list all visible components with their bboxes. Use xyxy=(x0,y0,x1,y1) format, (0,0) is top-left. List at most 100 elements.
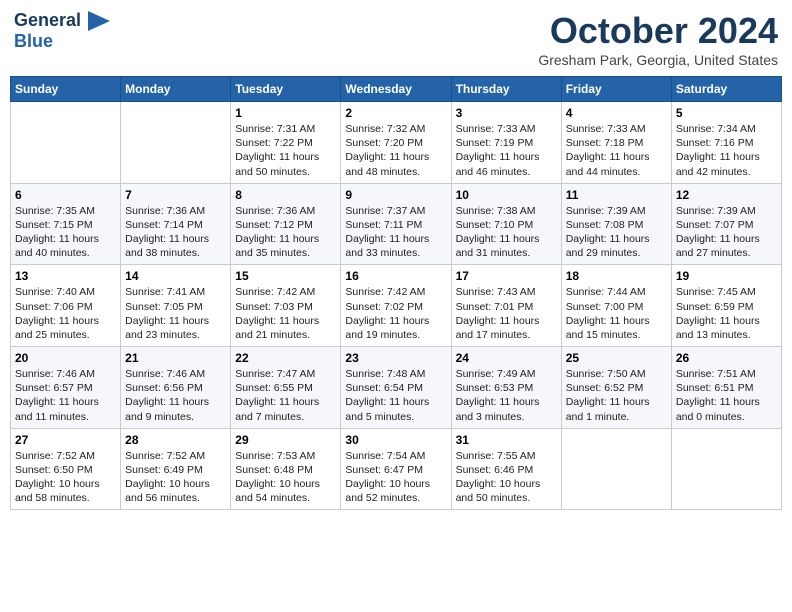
cell-info: Sunrise: 7:42 AM Sunset: 7:02 PM Dayligh… xyxy=(345,285,446,342)
calendar-cell: 19 Sunrise: 7:45 AM Sunset: 6:59 PM Dayli… xyxy=(671,265,781,347)
cell-info: Sunrise: 7:33 AM Sunset: 7:19 PM Dayligh… xyxy=(456,122,557,179)
cell-info: Sunrise: 7:34 AM Sunset: 7:16 PM Dayligh… xyxy=(676,122,777,179)
calendar-cell: 31 Sunrise: 7:55 AM Sunset: 6:46 PM Dayli… xyxy=(451,428,561,510)
day-number: 18 xyxy=(566,269,667,283)
day-number: 30 xyxy=(345,433,446,447)
day-number: 8 xyxy=(235,188,336,202)
calendar-cell: 6 Sunrise: 7:35 AM Sunset: 7:15 PM Daylig… xyxy=(11,183,121,265)
day-number: 22 xyxy=(235,351,336,365)
cell-info: Sunrise: 7:36 AM Sunset: 7:12 PM Dayligh… xyxy=(235,204,336,261)
calendar-cell: 2 Sunrise: 7:32 AM Sunset: 7:20 PM Daylig… xyxy=(341,102,451,184)
cell-info: Sunrise: 7:39 AM Sunset: 7:07 PM Dayligh… xyxy=(676,204,777,261)
calendar-cell: 29Sunrise: 7:53 AM Sunset: 6:48 PM Dayli… xyxy=(231,428,341,510)
day-number: 13 xyxy=(15,269,116,283)
day-number: 14 xyxy=(125,269,226,283)
day-of-week-saturday: Saturday xyxy=(671,77,781,102)
calendar-cell: 18Sunrise: 7:44 AM Sunset: 7:00 PM Dayli… xyxy=(561,265,671,347)
cell-info: Sunrise: 7:31 AM Sunset: 7:22 PM Dayligh… xyxy=(235,122,336,179)
day-number: 24 xyxy=(456,351,557,365)
cell-info: Sunrise: 7:52 AM Sunset: 6:50 PM Dayligh… xyxy=(15,449,116,506)
cell-info: Sunrise: 7:54 AM Sunset: 6:47 PM Dayligh… xyxy=(345,449,446,506)
day-of-week-thursday: Thursday xyxy=(451,77,561,102)
day-number: 5 xyxy=(676,106,777,120)
cell-info: Sunrise: 7:46 AM Sunset: 6:57 PM Dayligh… xyxy=(15,367,116,424)
cell-info: Sunrise: 7:46 AM Sunset: 6:56 PM Dayligh… xyxy=(125,367,226,424)
day-number: 23 xyxy=(345,351,446,365)
calendar-week-row: 27Sunrise: 7:52 AM Sunset: 6:50 PM Dayli… xyxy=(11,428,782,510)
day-number: 6 xyxy=(15,188,116,202)
calendar-cell: 21Sunrise: 7:46 AM Sunset: 6:56 PM Dayli… xyxy=(121,347,231,429)
day-number: 17 xyxy=(456,269,557,283)
day-number: 12 xyxy=(676,188,777,202)
logo-arrow-icon xyxy=(88,11,110,31)
day-number: 10 xyxy=(456,188,557,202)
calendar-week-row: 1 Sunrise: 7:31 AM Sunset: 7:22 PM Daylig… xyxy=(11,102,782,184)
calendar-cell: 9Sunrise: 7:37 AM Sunset: 7:11 PM Daylig… xyxy=(341,183,451,265)
cell-info: Sunrise: 7:32 AM Sunset: 7:20 PM Dayligh… xyxy=(345,122,446,179)
calendar-header-row: SundayMondayTuesdayWednesdayThursdayFrid… xyxy=(11,77,782,102)
day-of-week-wednesday: Wednesday xyxy=(341,77,451,102)
calendar-cell: 30 Sunrise: 7:54 AM Sunset: 6:47 PM Dayli… xyxy=(341,428,451,510)
calendar-cell: 20 Sunrise: 7:46 AM Sunset: 6:57 PM Dayli… xyxy=(11,347,121,429)
calendar-cell: 17Sunrise: 7:43 AM Sunset: 7:01 PM Dayli… xyxy=(451,265,561,347)
logo: General Blue xyxy=(14,10,110,52)
calendar-week-row: 13 Sunrise: 7:40 AM Sunset: 7:06 PM Dayli… xyxy=(11,265,782,347)
day-number: 29 xyxy=(235,433,336,447)
day-number: 4 xyxy=(566,106,667,120)
cell-info: Sunrise: 7:51 AM Sunset: 6:51 PM Dayligh… xyxy=(676,367,777,424)
location-text: Gresham Park, Georgia, United States xyxy=(538,52,778,68)
calendar-cell: 24 Sunrise: 7:49 AM Sunset: 6:53 PM Dayli… xyxy=(451,347,561,429)
day-number: 16 xyxy=(345,269,446,283)
day-number: 11 xyxy=(566,188,667,202)
calendar-cell: 11 Sunrise: 7:39 AM Sunset: 7:08 PM Dayli… xyxy=(561,183,671,265)
cell-info: Sunrise: 7:39 AM Sunset: 7:08 PM Dayligh… xyxy=(566,204,667,261)
day-of-week-sunday: Sunday xyxy=(11,77,121,102)
day-of-week-tuesday: Tuesday xyxy=(231,77,341,102)
title-area: October 2024 Gresham Park, Georgia, Unit… xyxy=(538,10,778,68)
calendar-cell: 3Sunrise: 7:33 AM Sunset: 7:19 PM Daylig… xyxy=(451,102,561,184)
cell-info: Sunrise: 7:52 AM Sunset: 6:49 PM Dayligh… xyxy=(125,449,226,506)
cell-info: Sunrise: 7:49 AM Sunset: 6:53 PM Dayligh… xyxy=(456,367,557,424)
calendar-cell xyxy=(121,102,231,184)
day-number: 9 xyxy=(345,188,446,202)
calendar-cell xyxy=(671,428,781,510)
calendar-cell: 4Sunrise: 7:33 AM Sunset: 7:18 PM Daylig… xyxy=(561,102,671,184)
calendar-cell: 10 Sunrise: 7:38 AM Sunset: 7:10 PM Dayli… xyxy=(451,183,561,265)
cell-info: Sunrise: 7:35 AM Sunset: 7:15 PM Dayligh… xyxy=(15,204,116,261)
calendar-cell: 7 Sunrise: 7:36 AM Sunset: 7:14 PM Daylig… xyxy=(121,183,231,265)
calendar-cell: 26Sunrise: 7:51 AM Sunset: 6:51 PM Dayli… xyxy=(671,347,781,429)
calendar-cell: 12 Sunrise: 7:39 AM Sunset: 7:07 PM Dayli… xyxy=(671,183,781,265)
cell-info: Sunrise: 7:40 AM Sunset: 7:06 PM Dayligh… xyxy=(15,285,116,342)
cell-info: Sunrise: 7:55 AM Sunset: 6:46 PM Dayligh… xyxy=(456,449,557,506)
cell-info: Sunrise: 7:45 AM Sunset: 6:59 PM Dayligh… xyxy=(676,285,777,342)
cell-info: Sunrise: 7:47 AM Sunset: 6:55 PM Dayligh… xyxy=(235,367,336,424)
page-header: General Blue October 2024 Gresham Park, … xyxy=(10,10,782,68)
cell-info: Sunrise: 7:36 AM Sunset: 7:14 PM Dayligh… xyxy=(125,204,226,261)
day-number: 28 xyxy=(125,433,226,447)
day-number: 15 xyxy=(235,269,336,283)
day-number: 25 xyxy=(566,351,667,365)
calendar-cell: 22 Sunrise: 7:47 AM Sunset: 6:55 PM Dayli… xyxy=(231,347,341,429)
day-number: 31 xyxy=(456,433,557,447)
cell-info: Sunrise: 7:38 AM Sunset: 7:10 PM Dayligh… xyxy=(456,204,557,261)
day-of-week-monday: Monday xyxy=(121,77,231,102)
calendar-cell: 25 Sunrise: 7:50 AM Sunset: 6:52 PM Dayli… xyxy=(561,347,671,429)
cell-info: Sunrise: 7:50 AM Sunset: 6:52 PM Dayligh… xyxy=(566,367,667,424)
cell-info: Sunrise: 7:41 AM Sunset: 7:05 PM Dayligh… xyxy=(125,285,226,342)
day-number: 20 xyxy=(15,351,116,365)
calendar-cell: 8 Sunrise: 7:36 AM Sunset: 7:12 PM Daylig… xyxy=(231,183,341,265)
calendar-cell: 14 Sunrise: 7:41 AM Sunset: 7:05 PM Dayli… xyxy=(121,265,231,347)
calendar-cell xyxy=(561,428,671,510)
calendar-cell: 5 Sunrise: 7:34 AM Sunset: 7:16 PM Daylig… xyxy=(671,102,781,184)
month-title: October 2024 xyxy=(538,10,778,52)
day-number: 1 xyxy=(235,106,336,120)
calendar-cell: 27Sunrise: 7:52 AM Sunset: 6:50 PM Dayli… xyxy=(11,428,121,510)
calendar-cell: 16 Sunrise: 7:42 AM Sunset: 7:02 PM Dayli… xyxy=(341,265,451,347)
calendar-cell: 15 Sunrise: 7:42 AM Sunset: 7:03 PM Dayli… xyxy=(231,265,341,347)
day-number: 7 xyxy=(125,188,226,202)
cell-info: Sunrise: 7:42 AM Sunset: 7:03 PM Dayligh… xyxy=(235,285,336,342)
day-number: 19 xyxy=(676,269,777,283)
day-number: 2 xyxy=(345,106,446,120)
calendar-cell xyxy=(11,102,121,184)
calendar-table: SundayMondayTuesdayWednesdayThursdayFrid… xyxy=(10,76,782,510)
